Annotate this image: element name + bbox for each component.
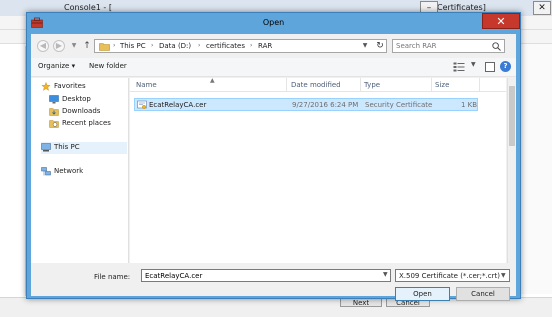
file-list-header: ▲ Name Date modified Type Size [130,77,506,92]
nav-item-downloads[interactable]: Downloads [49,106,127,118]
nav-item-network[interactable]: Network [41,166,127,178]
certificate-file-icon [137,100,147,109]
navigation-pane: Favorites Desktop Downloads Recent place… [31,78,129,263]
column-header-type[interactable]: Type [364,81,380,89]
search-icon [492,42,501,51]
view-options-dropdown[interactable]: ▼ [471,61,476,68]
wizard-next-button[interactable]: Next [340,298,382,307]
nav-label-recent-places: Recent places [62,119,111,127]
forward-button[interactable]: ▶ [53,40,65,52]
desktop-icon [49,95,59,104]
refresh-button[interactable]: ↻ [372,39,388,53]
nav-item-this-pc[interactable]: This PC [41,142,127,154]
new-folder-button[interactable]: New folder [89,62,127,70]
dialog-titlebar[interactable]: Open ✕ [27,13,520,33]
file-size-cell: 1 KB [461,101,478,109]
scrollbar-thumb[interactable] [509,86,515,146]
nav-item-favorites[interactable]: Favorites [41,81,127,93]
file-name-cell: EcatRelayCA.cer [149,101,207,109]
breadcrumb-separator: › [250,42,253,49]
breadcrumb-separator: › [198,42,201,49]
star-icon [41,82,51,91]
search-input[interactable] [396,41,486,51]
open-dialog: Open ✕ ◀ ▶ ▼ ↑ › This PC › Data (D:) › c… [26,12,521,301]
nav-label-downloads: Downloads [62,107,101,115]
console-tree-pane [0,46,26,296]
breadcrumb-certificates[interactable]: certificates [206,42,245,50]
breadcrumb-this-pc[interactable]: This PC [120,42,146,50]
cancel-button[interactable]: Cancel [456,287,510,301]
address-bar[interactable]: › This PC › Data (D:) › certificates › R… [94,39,387,53]
folder-icon [99,43,110,51]
computer-icon [41,143,51,152]
preview-pane-icon[interactable] [485,62,495,72]
breadcrumb-data-drive[interactable]: Data (D:) [159,42,191,50]
file-type-select[interactable]: X.509 Certificate (*.cer;*.crt) ▼ [395,269,510,282]
column-header-name[interactable]: Name [136,81,157,89]
console-title: Console1 - [ [64,3,112,12]
command-bar: Organize ▾ New folder ▼ ? [31,58,516,77]
column-divider[interactable] [286,78,287,92]
help-icon[interactable]: ? [500,61,511,72]
file-date-cell: 9/27/2016 6:24 PM [292,101,359,109]
recent-places-icon [49,120,59,128]
nav-label-network: Network [54,167,84,175]
file-name-label: File name: [94,273,131,281]
recent-locations-dropdown[interactable]: ▼ [70,40,78,52]
file-name-field[interactable] [141,269,391,282]
breadcrumb-rar[interactable]: RAR [258,42,272,50]
downloads-icon [49,108,59,116]
file-name-history-dropdown[interactable]: ▼ [383,271,388,278]
chevron-down-icon: ▼ [501,272,506,279]
nav-label-favorites: Favorites [54,82,86,90]
nav-item-desktop[interactable]: Desktop [49,94,127,106]
network-icon [41,167,51,176]
up-button[interactable]: ↑ [81,39,93,53]
file-list-scrollbar[interactable] [507,78,516,263]
breadcrumb-separator: › [151,42,154,49]
dialog-close-button[interactable]: ✕ [482,13,520,29]
file-type-value: X.509 Certificate (*.cer;*.crt) [399,272,500,280]
dialog-title: Open [262,18,285,27]
back-button[interactable]: ◀ [37,40,49,52]
file-name-input[interactable] [145,271,375,280]
file-type-cell: Security Certificate [365,101,433,109]
nav-item-recent-places[interactable]: Recent places [49,118,127,130]
console-actions-pane [520,44,552,294]
file-list: ▲ Name Date modified Type Size EcatRelay… [130,77,506,263]
file-row[interactable]: EcatRelayCA.cer 9/27/2016 6:24 PM Securi… [134,98,478,111]
console-close-button[interactable]: ✕ [533,1,551,15]
column-header-size[interactable]: Size [435,81,449,89]
sort-ascending-icon: ▲ [210,77,215,84]
search-box[interactable] [392,39,505,53]
change-view-icon[interactable] [453,62,465,72]
column-header-date-modified[interactable]: Date modified [291,81,341,89]
organize-menu-button[interactable]: Organize ▾ [38,62,75,70]
dialog-client-area: ◀ ▶ ▼ ↑ › This PC › Data (D:) › certific… [31,34,516,301]
column-divider[interactable] [479,78,480,92]
nav-label-this-pc: This PC [54,143,80,151]
column-divider[interactable] [431,78,432,92]
column-divider[interactable] [360,78,361,92]
breadcrumb-separator: › [113,42,116,49]
nav-label-desktop: Desktop [62,95,91,103]
open-button[interactable]: Open [395,287,450,301]
console-title-tail: Certificates] [437,3,486,12]
address-history-dropdown[interactable]: ▼ [359,39,371,53]
